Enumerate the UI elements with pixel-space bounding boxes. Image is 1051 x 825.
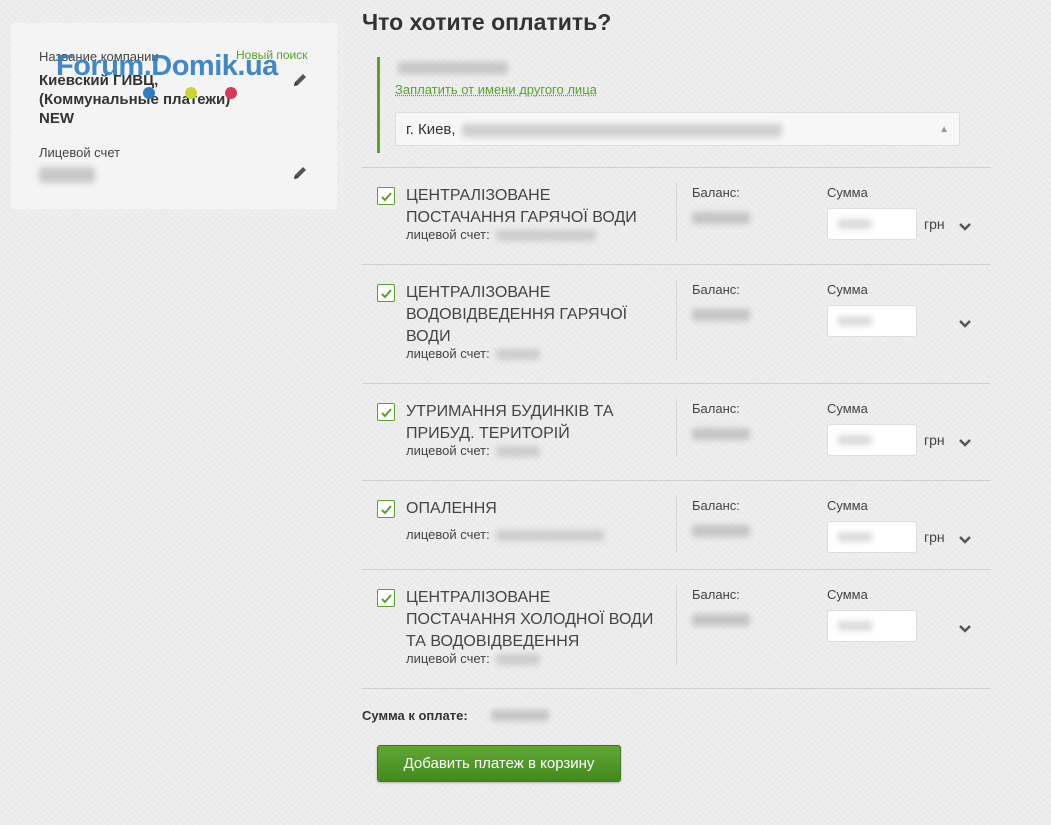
service-name: ЦЕНТРАЛІЗОВАНЕ ПОСТАЧАННЯ ГАРЯЧОЇ ВОДИ — [406, 187, 637, 226]
service-row: ЦЕНТРАЛІЗОВАНЕ ПОСТАЧАННЯ ХОЛОДНОЇ ВОДИ … — [362, 569, 990, 688]
service-name: ЦЕНТРАЛІЗОВАНЕ ВОДОВІДВЕДЕННЯ ГАРЯЧОЇ ВО… — [406, 284, 628, 345]
sum-input[interactable] — [827, 208, 917, 240]
address-prefix: г. Киев, — [406, 121, 456, 138]
add-to-cart-button[interactable]: Добавить платеж в корзину — [377, 745, 621, 782]
service-name: ЦЕНТРАЛІЗОВАНЕ ПОСТАЧАННЯ ХОЛОДНОЇ ВОДИ … — [406, 589, 654, 650]
edit-company-pencil-icon[interactable] — [291, 71, 309, 89]
service-account: лицевой счет: — [406, 346, 540, 361]
service-account: лицевой счет: — [406, 651, 540, 666]
address-redacted — [461, 123, 782, 137]
balance-value-redacted — [692, 428, 750, 440]
sum-label: Сумма — [827, 587, 868, 602]
sum-label: Сумма — [827, 498, 868, 513]
page-title: Что хотите оплатить? — [362, 9, 612, 35]
divider — [362, 688, 990, 689]
sum-label: Сумма — [827, 185, 868, 200]
currency-label: грн — [924, 216, 945, 232]
sum-label: Сумма — [827, 282, 868, 297]
balance-label: Баланс: — [692, 401, 740, 416]
sum-input[interactable] — [827, 305, 917, 337]
divider — [676, 496, 677, 552]
chevron-down-icon[interactable] — [958, 435, 972, 447]
currency-label: грн — [924, 432, 945, 448]
service-checkbox[interactable] — [377, 500, 395, 518]
address-select[interactable]: г. Киев, ▲ — [395, 112, 960, 146]
account-label: Лицевой счет — [39, 145, 121, 160]
pay-for-other-person-link[interactable]: Заплатить от имени другого лица — [395, 82, 597, 97]
service-name: УТРИМАННЯ БУДИНКІВ ТА ПРИБУД. ТЕРИТОРІЙ — [406, 403, 614, 442]
chevron-down-icon: ▲ — [939, 124, 949, 135]
watermark-dot-yellow — [185, 87, 197, 99]
watermark-dot-red — [225, 87, 237, 99]
balance-label: Баланс: — [692, 185, 740, 200]
edit-account-pencil-icon[interactable] — [291, 164, 309, 182]
account-number-redacted — [39, 167, 95, 183]
chevron-down-icon[interactable] — [958, 316, 972, 328]
service-row: ОПАЛЕННЯ лицевой счет: Баланс: Сумма грн — [362, 480, 990, 569]
service-name: ОПАЛЕННЯ — [406, 500, 497, 517]
watermark-dot-blue — [143, 87, 155, 99]
service-checkbox[interactable] — [377, 403, 395, 421]
divider — [676, 183, 677, 241]
balance-label: Баланс: — [692, 282, 740, 297]
chevron-down-icon[interactable] — [958, 532, 972, 544]
chevron-down-icon[interactable] — [958, 219, 972, 231]
payer-name-redacted — [398, 62, 508, 74]
service-row: УТРИМАННЯ БУДИНКІВ ТА ПРИБУД. ТЕРИТОРІЙ … — [362, 383, 990, 480]
service-checkbox[interactable] — [377, 187, 395, 205]
service-checkbox[interactable] — [377, 589, 395, 607]
service-checkbox[interactable] — [377, 284, 395, 302]
balance-value-redacted — [692, 525, 750, 537]
divider — [676, 399, 677, 457]
balance-value-redacted — [692, 309, 750, 321]
chevron-down-icon[interactable] — [958, 621, 972, 633]
sum-label: Сумма — [827, 401, 868, 416]
balance-label: Баланс: — [692, 587, 740, 602]
divider — [676, 280, 677, 360]
balance-label: Баланс: — [692, 498, 740, 513]
total-value-redacted — [491, 710, 549, 721]
service-row: ЦЕНТРАЛІЗОВАНЕ ВОДОВІДВЕДЕННЯ ГАРЯЧОЇ ВО… — [362, 264, 990, 383]
service-account: лицевой счет: — [406, 443, 540, 458]
service-account: лицевой счет: — [406, 227, 596, 242]
service-row: ЦЕНТРАЛІЗОВАНЕ ПОСТАЧАННЯ ГАРЯЧОЇ ВОДИ л… — [362, 167, 990, 264]
payer-section: Заплатить от имени другого лица г. Киев,… — [377, 57, 967, 153]
sum-input[interactable] — [827, 424, 917, 456]
divider — [676, 585, 677, 665]
service-account: лицевой счет: — [406, 527, 604, 542]
balance-value-redacted — [692, 614, 750, 626]
balance-value-redacted — [692, 212, 750, 224]
sum-input[interactable] — [827, 521, 917, 553]
watermark-logo: Forum.Domik.ua — [56, 50, 278, 82]
sum-input[interactable] — [827, 610, 917, 642]
currency-label: грн — [924, 529, 945, 545]
total-label: Сумма к оплате: — [362, 708, 468, 723]
